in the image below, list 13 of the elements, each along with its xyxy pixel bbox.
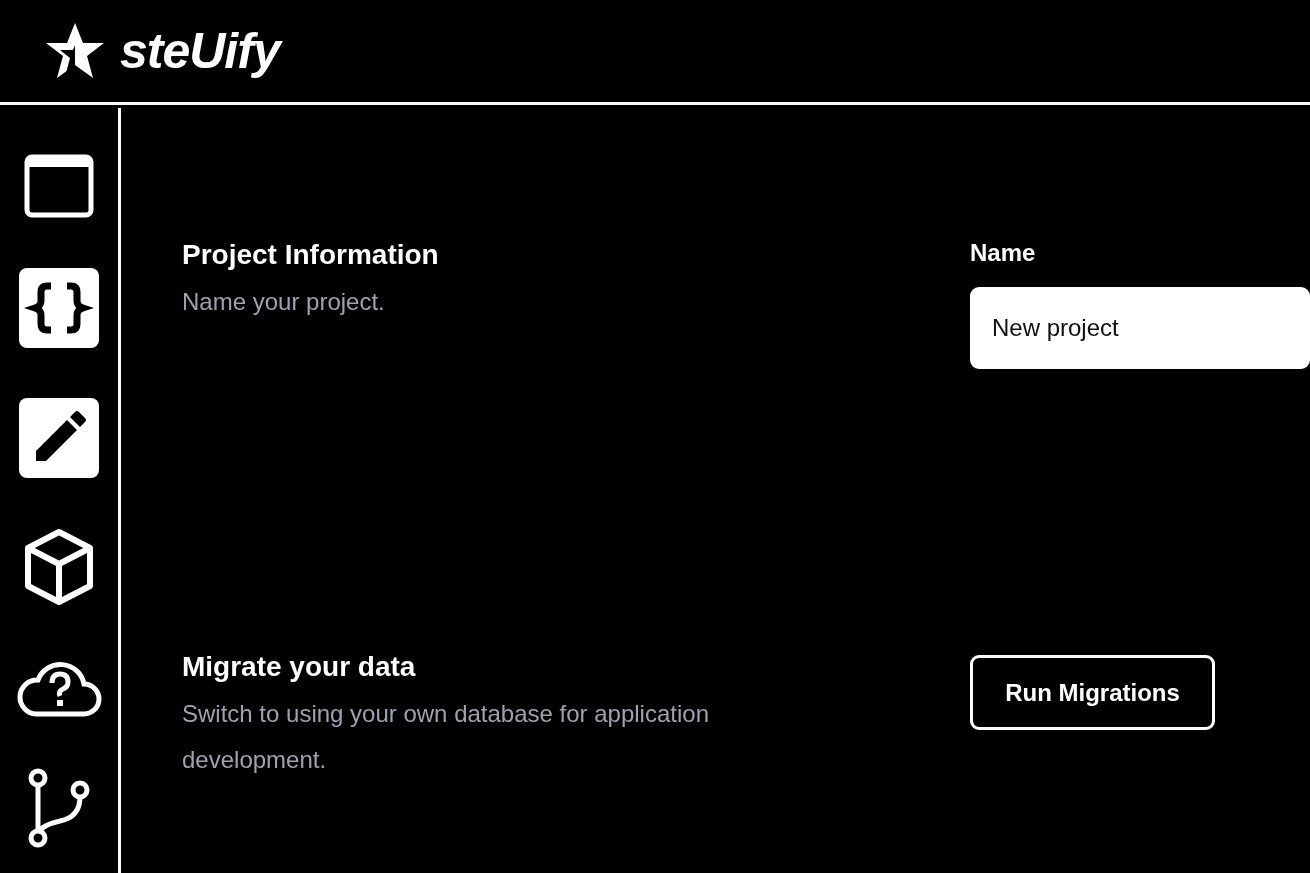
field-label: Name xyxy=(970,239,1037,267)
name-input-field[interactable]: New project xyxy=(970,287,1310,369)
section-title: Project Information xyxy=(182,239,440,271)
code-braces-icon[interactable] xyxy=(19,268,99,348)
section-description: Switch to using your own database for application development. xyxy=(182,699,710,775)
window-icon[interactable] xyxy=(24,154,94,218)
branch-icon[interactable] xyxy=(26,768,92,848)
section-description: Name your project. xyxy=(182,287,386,317)
star-logo-icon xyxy=(44,21,106,81)
pencil-icon[interactable] xyxy=(19,398,99,478)
section-title: Migrate your data xyxy=(182,651,417,683)
cube-icon[interactable] xyxy=(24,528,94,606)
run-migrations-button[interactable]: Run Migrations xyxy=(970,655,1215,730)
